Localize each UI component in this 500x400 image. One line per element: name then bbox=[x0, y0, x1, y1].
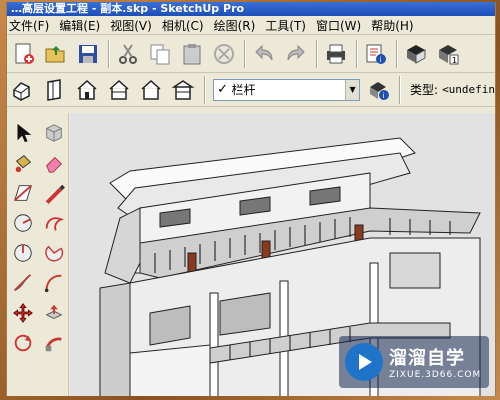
polygon-icon[interactable] bbox=[12, 242, 34, 267]
views-layers-toolbar: ✓ 栏杆 ▼ i 类型: <undefin bbox=[7, 73, 495, 107]
standard-toolbar: i 1 bbox=[7, 35, 495, 73]
svg-text:i: i bbox=[379, 56, 381, 64]
paste-icon[interactable] bbox=[177, 39, 206, 69]
model-info-icon[interactable]: i bbox=[361, 39, 390, 69]
select-arrow-icon[interactable] bbox=[12, 122, 34, 147]
undo-icon[interactable] bbox=[249, 39, 278, 69]
watermark-title: 溜溜自学 bbox=[389, 348, 465, 369]
menu-tools[interactable]: 工具(T) bbox=[265, 17, 306, 34]
sketchup-window: …高层设置工程 - 副本.skp - SketchUp Pro 文件(F) 编辑… bbox=[6, 2, 496, 396]
toolbar-separator bbox=[356, 39, 358, 68]
toolbar-separator bbox=[203, 75, 206, 104]
circle-icon[interactable] bbox=[12, 212, 34, 237]
eraser-icon[interactable] bbox=[43, 152, 65, 177]
pie-icon[interactable] bbox=[43, 242, 65, 267]
layer-visible-check[interactable]: ✓ bbox=[214, 82, 232, 97]
iso-view-icon[interactable] bbox=[9, 75, 38, 105]
top-view-icon[interactable] bbox=[41, 75, 70, 105]
paint-bucket-icon[interactable] bbox=[12, 152, 34, 177]
window-title: …高层设置工程 - 副本.skp - SketchUp Pro bbox=[7, 2, 495, 16]
copy-icon[interactable] bbox=[145, 39, 174, 69]
svg-text:i: i bbox=[382, 92, 384, 100]
pencil-line-icon[interactable] bbox=[43, 182, 65, 207]
toolbar-separator bbox=[399, 75, 402, 104]
toolbar-separator bbox=[316, 39, 318, 68]
type-label: 类型: bbox=[410, 83, 439, 97]
watermark-url: ZIXUE.3D66.COM bbox=[389, 370, 482, 380]
type-value: <undefin bbox=[442, 83, 496, 96]
rotate-icon[interactable] bbox=[12, 332, 34, 357]
layer-dropdown[interactable]: ✓ 栏杆 ▼ bbox=[212, 78, 361, 101]
menu-file[interactable]: 文件(F) bbox=[9, 17, 49, 34]
menu-view[interactable]: 视图(V) bbox=[110, 17, 152, 34]
two-point-arc-icon[interactable] bbox=[43, 272, 65, 297]
watermark: 溜溜自学 ZIXUE.3D66.COM bbox=[339, 336, 489, 388]
add-scene-icon[interactable] bbox=[401, 39, 430, 69]
left-view-icon[interactable] bbox=[169, 75, 198, 105]
svg-text:1: 1 bbox=[452, 56, 457, 65]
layer-1-icon[interactable]: 1 bbox=[433, 39, 462, 69]
cut-icon[interactable] bbox=[113, 39, 142, 69]
layer-manager-icon[interactable]: i bbox=[364, 75, 393, 105]
move-icon[interactable] bbox=[12, 302, 34, 327]
play-logo-icon bbox=[345, 343, 383, 381]
make-component-icon[interactable] bbox=[43, 122, 65, 147]
toolbar-separator bbox=[108, 39, 110, 68]
arc-icon[interactable] bbox=[43, 212, 65, 237]
layer-value: 栏杆 bbox=[231, 83, 256, 97]
menu-window[interactable]: 窗口(W) bbox=[316, 17, 361, 34]
push-pull-icon[interactable] bbox=[43, 302, 65, 327]
menu-camera[interactable]: 相机(C) bbox=[162, 17, 204, 34]
toolbar-separator bbox=[244, 39, 246, 68]
print-icon[interactable] bbox=[321, 39, 350, 69]
front-view-icon[interactable] bbox=[73, 75, 102, 105]
follow-me-icon[interactable] bbox=[43, 332, 65, 357]
chevron-down-icon[interactable]: ▼ bbox=[345, 79, 360, 100]
menu-edit[interactable]: 编辑(E) bbox=[59, 17, 100, 34]
back-view-icon[interactable] bbox=[137, 75, 166, 105]
freehand-icon[interactable] bbox=[12, 272, 34, 297]
rectangle-icon[interactable] bbox=[12, 182, 34, 207]
redo-icon[interactable] bbox=[281, 39, 310, 69]
right-view-icon[interactable] bbox=[105, 75, 134, 105]
new-file-icon[interactable] bbox=[9, 39, 38, 69]
menu-help[interactable]: 帮助(H) bbox=[371, 17, 413, 34]
erase-icon[interactable] bbox=[209, 39, 238, 69]
open-file-icon[interactable] bbox=[41, 39, 70, 69]
toolbar-separator bbox=[396, 39, 398, 68]
model-viewport[interactable]: 溜溜自学 ZIXUE.3D66.COM bbox=[70, 113, 495, 396]
menu-draw[interactable]: 绘图(R) bbox=[214, 17, 256, 34]
menu-bar: 文件(F) 编辑(E) 视图(V) 相机(C) 绘图(R) 工具(T) 窗口(W… bbox=[7, 16, 495, 35]
large-tool-set bbox=[7, 113, 69, 396]
save-icon[interactable] bbox=[73, 39, 102, 69]
